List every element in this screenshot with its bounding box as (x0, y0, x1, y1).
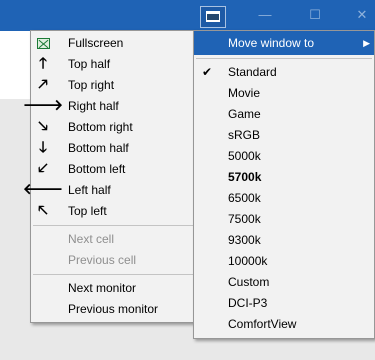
menu-item-7500k[interactable]: 7500k (194, 209, 374, 230)
menu-item-label: Previous cell (68, 253, 137, 267)
menu-item-next-cell: Next cell (31, 229, 195, 250)
menu-item-label: 6500k (228, 191, 261, 205)
arrow-up-left-icon: 🡔 (38, 202, 48, 219)
arrow-up-right-icon: 🡕 (38, 76, 48, 93)
arrow-right-icon: 🡒 (22, 97, 64, 114)
menu-item-5700k[interactable]: 5700k (194, 167, 374, 188)
arrow-down-left-icon: 🡗 (38, 160, 48, 177)
menu-item-top-right[interactable]: 🡕 Top right (31, 75, 195, 96)
menu-item-label: Left half (68, 183, 111, 197)
menu-separator (33, 225, 193, 226)
menu-item-custom[interactable]: Custom (194, 272, 374, 293)
menu-item-label: Movie (228, 86, 261, 100)
menu-item-6500k[interactable]: 6500k (194, 188, 374, 209)
menu-item-label: Bottom right (68, 120, 133, 134)
menu-item-9300k[interactable]: 9300k (194, 230, 374, 251)
menu-item-fullscreen[interactable]: Fullscreen (31, 33, 195, 54)
menu-item-label: ComfortView (228, 317, 297, 331)
menu-item-standard[interactable]: ✔ Standard (194, 62, 374, 83)
menu-item-label: Game (228, 107, 261, 121)
submenu-arrow-icon: ▶ (363, 38, 370, 48)
preset-menu: Move window to ▶ ✔ Standard Movie Game s… (193, 30, 375, 339)
arrow-down-icon: 🡓 (39, 139, 47, 156)
menu-item-right-half[interactable]: 🡒 Right half (22, 96, 195, 117)
menu-item-label: Top right (68, 78, 115, 92)
menu-item-5000k[interactable]: 5000k (194, 146, 374, 167)
menu-item-move-window-to[interactable]: Move window to ▶ (194, 31, 374, 55)
menu-item-label: Right half (68, 99, 119, 113)
menu-item-bottom-half[interactable]: 🡓 Bottom half (31, 138, 195, 159)
menu-item-label: Move window to (228, 36, 315, 50)
menu-item-bottom-left[interactable]: 🡗 Bottom left (31, 159, 195, 180)
menu-item-bottom-right[interactable]: 🡖 Bottom right (31, 117, 195, 138)
menu-item-label: Next monitor (68, 281, 137, 295)
menu-item-label: Fullscreen (68, 36, 124, 50)
menu-item-label: sRGB (228, 128, 261, 142)
menu-item-label: Bottom left (68, 162, 126, 176)
arrange-menu: Fullscreen 🡑 Top half 🡕 Top right 🡒 Righ… (22, 30, 196, 323)
menu-item-10000k[interactable]: 10000k (194, 251, 374, 272)
menu-item-label: Top half (68, 57, 111, 71)
window-title-bar[interactable]: — ☐ ✕ (0, 0, 375, 31)
arrow-up-icon: 🡑 (39, 55, 47, 72)
menu-separator (196, 58, 372, 59)
arrow-left-icon: 🡐 (22, 181, 64, 198)
maximize-icon[interactable]: ☐ (305, 6, 325, 24)
menu-item-dci-p3[interactable]: DCI-P3 (194, 293, 374, 314)
menu-item-next-monitor[interactable]: Next monitor (31, 278, 195, 299)
menu-item-comfortview[interactable]: ComfortView (194, 314, 374, 335)
menu-item-label: DCI-P3 (228, 296, 268, 310)
arrow-down-right-icon: 🡖 (38, 118, 48, 135)
menu-item-label: 5000k (228, 149, 261, 163)
menu-item-label: Top left (68, 204, 107, 218)
menu-separator (33, 274, 193, 275)
menu-item-label: 5700k (228, 170, 262, 184)
menu-item-top-left[interactable]: 🡔 Top left (31, 201, 195, 222)
checkmark-icon: ✔ (202, 65, 213, 79)
menu-item-previous-monitor[interactable]: Previous monitor (31, 299, 195, 320)
close-icon[interactable]: ✕ (352, 6, 372, 24)
menu-item-label: Previous monitor (68, 302, 159, 316)
menu-item-top-half[interactable]: 🡑 Top half (31, 54, 195, 75)
menu-item-previous-cell: Previous cell (31, 250, 195, 271)
menu-item-label: Bottom half (68, 141, 129, 155)
menu-item-label: Standard (228, 65, 277, 79)
minimize-icon[interactable]: — (255, 6, 275, 24)
menu-item-label: 7500k (228, 212, 261, 226)
menu-item-label: 10000k (228, 254, 268, 268)
menu-item-movie[interactable]: Movie (194, 83, 374, 104)
menu-item-label: 9300k (228, 233, 261, 247)
menu-item-game[interactable]: Game (194, 104, 374, 125)
menu-item-left-half[interactable]: 🡐 Left half (22, 180, 195, 201)
monitor-app-icon[interactable] (200, 6, 226, 28)
fullscreen-icon (35, 35, 51, 51)
menu-item-label: Next cell (68, 232, 115, 246)
menu-item-label: Custom (228, 275, 270, 289)
menu-item-srgb[interactable]: sRGB (194, 125, 374, 146)
